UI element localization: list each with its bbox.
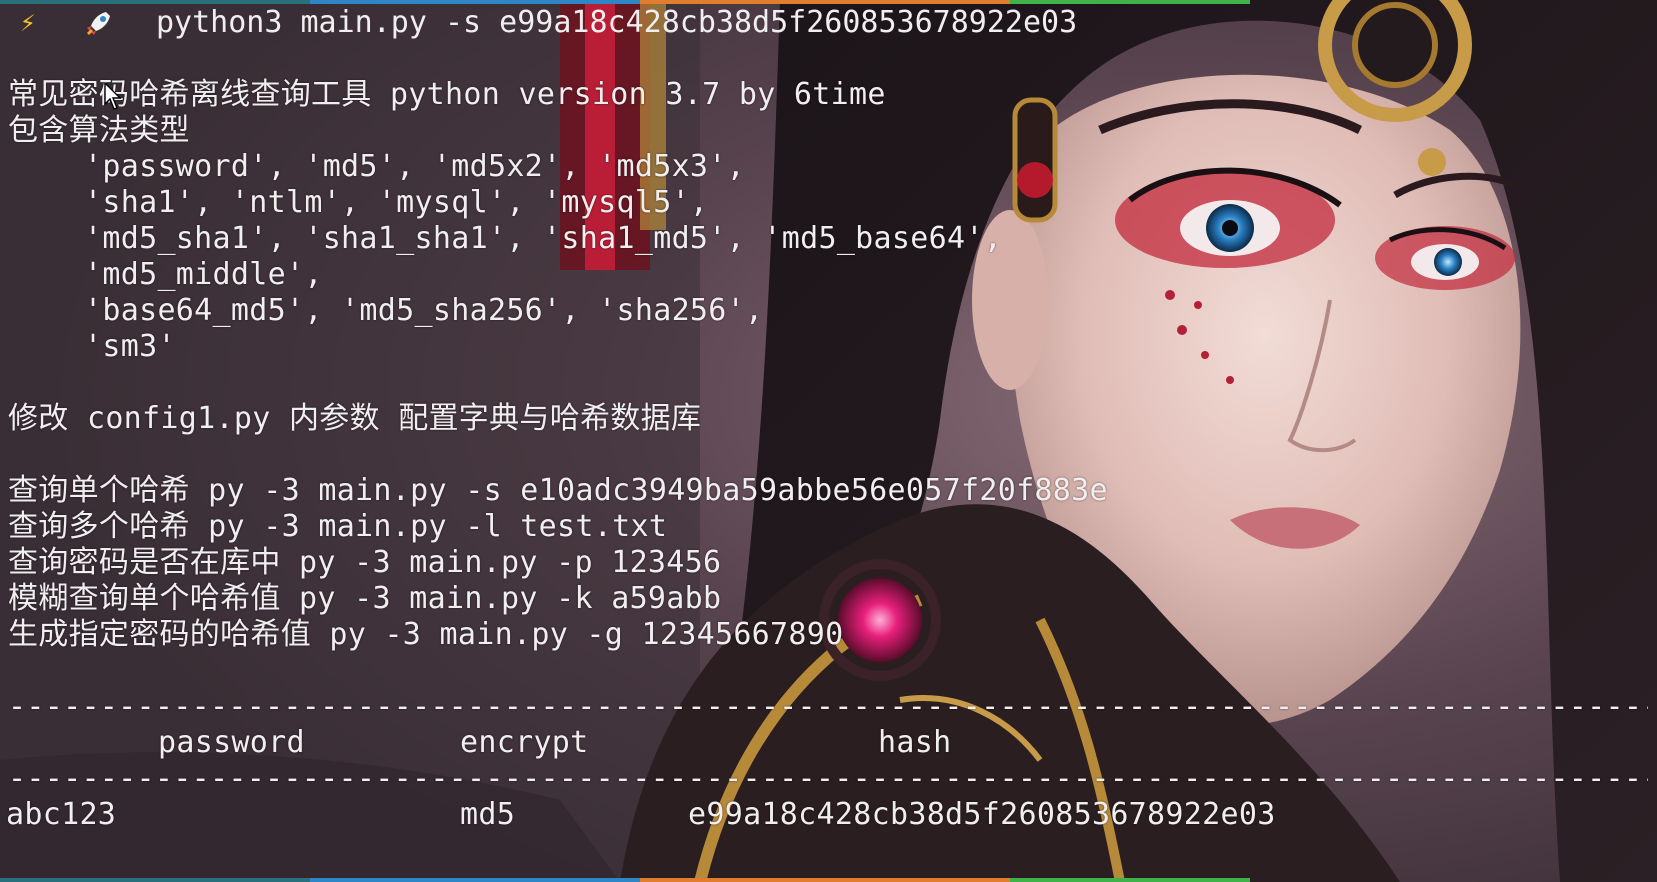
banner-title: 常见密码哈希离线查询工具 python version 3.7 by 6time — [8, 77, 886, 112]
header-encrypt: encrypt — [460, 725, 589, 760]
row-encrypt: md5 — [460, 797, 516, 832]
config-note: 修改 config1.py 内参数 配置字典与哈希数据库 — [8, 401, 702, 436]
usage-line: 模糊查询单个哈希值 py -3 main.py -k a59abb — [8, 581, 722, 616]
usage-line: 查询多个哈希 py -3 main.py -l test.txt — [8, 509, 668, 544]
algo-line: 'md5_middle', — [84, 257, 323, 292]
algo-line: 'sha1', 'ntlm', 'mysql', 'mysql5', — [84, 185, 709, 220]
header-hash: hash — [878, 725, 952, 760]
header-password: password — [158, 725, 305, 760]
algo-line: 'md5_sha1', 'sha1_sha1', 'sha1_md5', 'md… — [84, 221, 1003, 256]
algo-line: 'password', 'md5', 'md5x2', 'md5x3', — [84, 149, 746, 184]
algo-line: 'base64_md5', 'md5_sha256', 'sha256', — [84, 293, 764, 328]
algo-line: 'sm3' — [84, 329, 176, 364]
terminal-output[interactable]: 常见密码哈希离线查询工具 python version 3.7 by 6time… — [0, 0, 1657, 882]
table-separator-bottom: ----------------------------------------… — [8, 761, 1648, 796]
usage-line: 查询密码是否在库中 py -3 main.py -p 123456 — [8, 545, 722, 580]
table-separator-top: ----------------------------------------… — [8, 689, 1648, 724]
mouse-cursor-icon — [104, 82, 122, 110]
algo-heading: 包含算法类型 — [8, 113, 190, 148]
row-hash: e99a18c428cb38d5f260853678922e03 — [688, 797, 1276, 832]
row-password: abc123 — [6, 797, 117, 832]
usage-line: 查询单个哈希 py -3 main.py -s e10adc3949ba59ab… — [8, 473, 1108, 508]
usage-line: 生成指定密码的哈希值 py -3 main.py -g 12345667890 — [8, 617, 844, 652]
status-accent-strip — [0, 878, 1657, 882]
terminal-window[interactable]: ⚡ python3 main.py -s e99a18c428cb38d5f26… — [0, 0, 1657, 882]
